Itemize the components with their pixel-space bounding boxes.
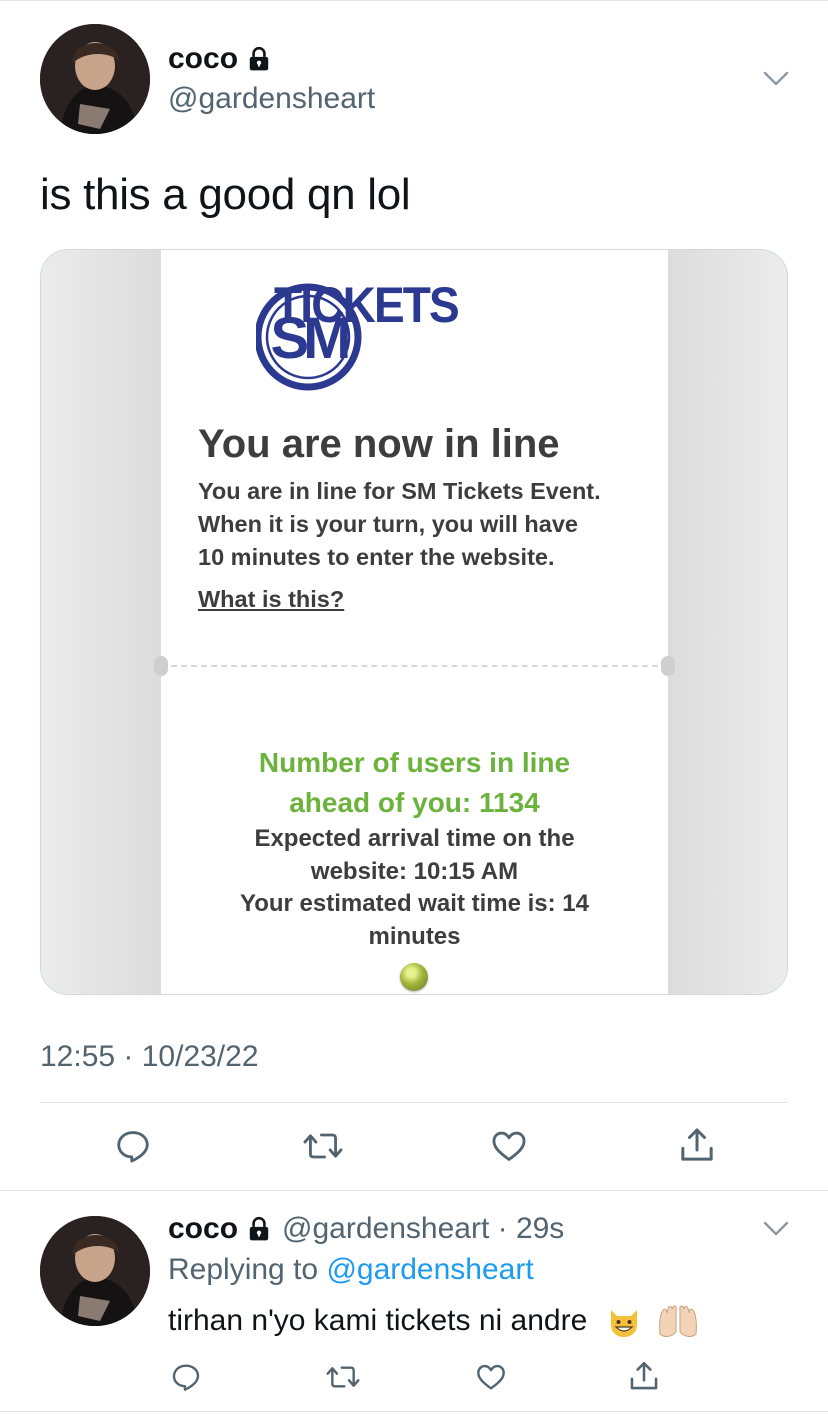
what-is-this-link: What is this?: [198, 586, 345, 612]
display-name[interactable]: coco: [168, 42, 238, 76]
ticket-divider: [161, 665, 668, 667]
tweet-text: is this a good qn lol: [40, 170, 411, 219]
queue-info: You are in line for SM Tickets Event. Wh…: [198, 475, 658, 574]
author-name-row: coco: [168, 42, 272, 76]
lock-icon: [249, 46, 269, 71]
top-divider: [0, 0, 828, 1]
reply-like-button[interactable]: [471, 1358, 511, 1396]
share-icon: [681, 1128, 713, 1161]
reply-icon: [172, 1364, 200, 1391]
chevron-down-icon[interactable]: [762, 1220, 790, 1238]
retweet-icon: [326, 1366, 360, 1388]
queue-line: ahead of you: 1134: [289, 787, 540, 818]
reply-text: tirhan n'yo kami tickets ni andre: [168, 1304, 588, 1337]
reply-share-button[interactable]: [624, 1356, 664, 1396]
reply-icon: [117, 1131, 149, 1163]
arrival-line: minutes: [368, 922, 461, 950]
queue-page: SM TICKETS You are now in line You are i…: [154, 250, 675, 994]
grinning-cat-emoji: [610, 1310, 637, 1338]
retweet-button[interactable]: [295, 1124, 351, 1168]
divider: [0, 1411, 828, 1412]
arrival-info: Expected arrival time on the website: 10…: [161, 823, 668, 953]
replying-prefix: Replying to: [168, 1253, 327, 1286]
reply-handle-time[interactable]: @gardensheart · 29s: [282, 1212, 564, 1246]
lock-icon: [249, 1216, 269, 1241]
info-line: 10 minutes to enter the website.: [198, 544, 555, 570]
divider: [40, 1102, 788, 1103]
arrival-line: website: 10:15 AM: [310, 857, 519, 885]
like-button[interactable]: [486, 1124, 532, 1168]
reply-display-name[interactable]: coco: [168, 1212, 238, 1246]
reply-reply-button[interactable]: [166, 1358, 206, 1396]
media-side-left: [41, 250, 161, 994]
info-line: You are in line for SM Tickets Event.: [198, 478, 601, 504]
replying-handle-link[interactable]: @gardensheart: [326, 1253, 533, 1286]
like-icon: [492, 1131, 526, 1161]
divider-knob: [154, 656, 168, 676]
info-line: When it is your turn, you will have: [198, 511, 578, 537]
reply-retweet-button[interactable]: [320, 1358, 366, 1396]
queue-headline: You are now in line: [198, 422, 560, 466]
share-button[interactable]: [674, 1122, 720, 1168]
loading-indicator: [400, 963, 428, 991]
queue-count: Number of users in line ahead of you: 11…: [161, 743, 668, 823]
tweet-media[interactable]: SM TICKETS You are now in line You are i…: [40, 249, 788, 995]
divider-knob: [661, 656, 675, 676]
avatar[interactable]: [40, 24, 150, 134]
tweet-timestamp[interactable]: 12:55 · 10/23/22: [40, 1040, 259, 1074]
reply-author-row: coco @gardensheart · 29s: [168, 1212, 564, 1246]
reply-avatar[interactable]: [40, 1216, 150, 1326]
divider: [0, 1190, 828, 1191]
raised-hands-emoji: [659, 1305, 697, 1338]
author-handle[interactable]: @gardensheart: [168, 82, 375, 116]
like-icon: [477, 1364, 505, 1390]
retweet-icon: [303, 1133, 343, 1159]
arrival-line: Expected arrival time on the: [254, 825, 575, 852]
arrival-line: Your estimated wait time is: 14: [240, 890, 589, 917]
reply-button[interactable]: [108, 1124, 158, 1168]
queue-line: Number of users in line: [258, 747, 571, 778]
reply-text-row: tirhan n'yo kami tickets ni andre: [168, 1304, 700, 1340]
share-icon: [630, 1361, 658, 1390]
chevron-down-icon[interactable]: [762, 70, 790, 88]
media-side-right: [667, 250, 787, 994]
logo-text: TICKETS: [274, 277, 460, 333]
replying-to: Replying to @gardensheart: [168, 1253, 534, 1287]
